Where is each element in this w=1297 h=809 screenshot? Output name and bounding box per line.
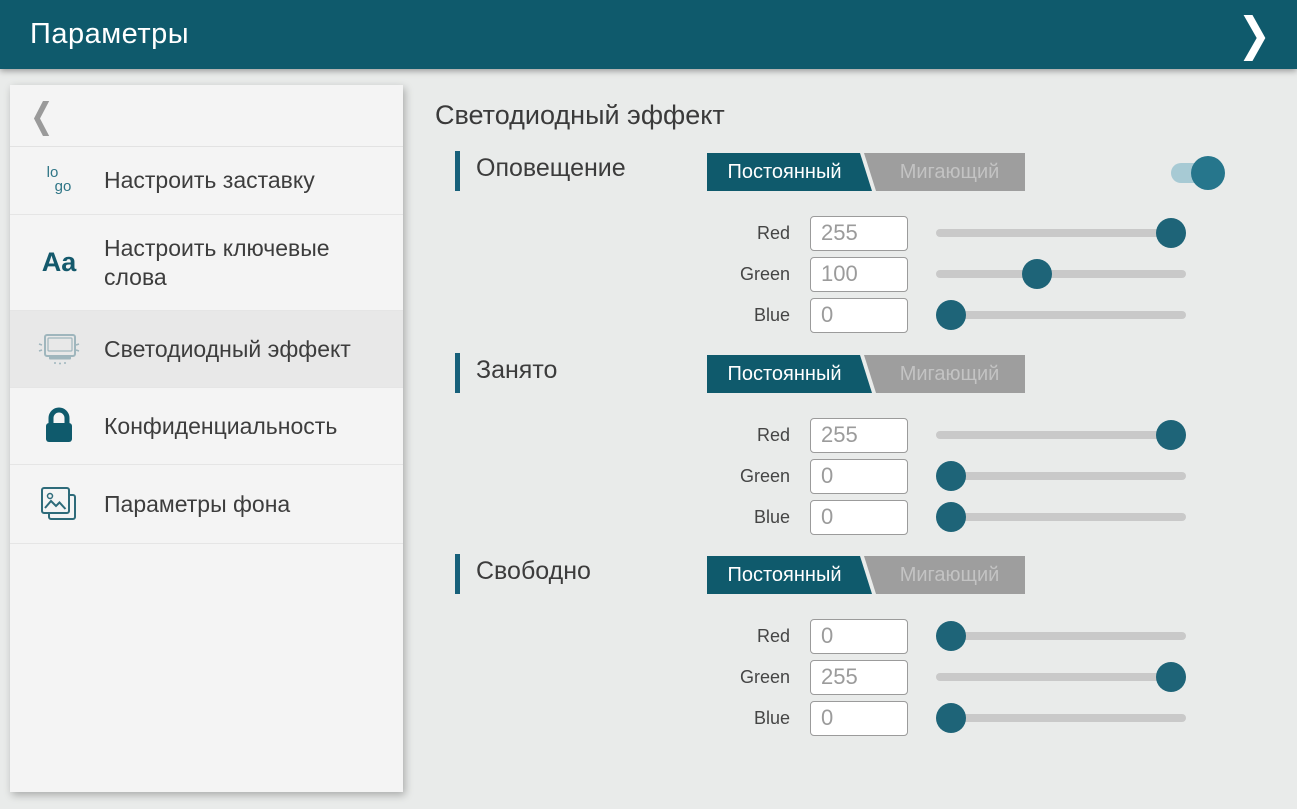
- sidebar-item-label: Конфиденциальность: [104, 412, 337, 441]
- green-value-input[interactable]: [810, 459, 908, 494]
- blue-value-input[interactable]: [810, 701, 908, 736]
- settings-app: Параметры ❯ ❮ logo Настроить заставку Aa…: [0, 0, 1297, 809]
- section-label: Занято: [476, 356, 557, 385]
- section-free: Свободно Постоянный Мигающий Red Green B…: [455, 553, 1255, 753]
- mode-solid-button[interactable]: Постоянный: [707, 355, 872, 393]
- slider-thumb[interactable]: [936, 300, 966, 330]
- led-effect-monitor-icon: [36, 330, 82, 368]
- slider-track[interactable]: [936, 311, 1186, 319]
- slider-track[interactable]: [936, 229, 1186, 237]
- sidebar-item-label: Светодиодный эффект: [104, 335, 351, 364]
- section-label: Оповещение: [476, 154, 626, 183]
- slider-track[interactable]: [936, 714, 1186, 722]
- red-value-input[interactable]: [810, 418, 908, 453]
- sidebar-item-label: Настроить заставку: [104, 166, 315, 195]
- green-slider[interactable]: [936, 459, 1186, 493]
- keywords-aa-icon: Aa: [36, 249, 82, 276]
- mode-toggle: Постоянный Мигающий: [707, 355, 1027, 393]
- slider-track[interactable]: [936, 632, 1186, 640]
- main-section-title: Светодиодный эффект: [435, 100, 725, 131]
- blue-label: Blue: [710, 708, 790, 729]
- red-value-input[interactable]: [810, 619, 908, 654]
- sidebar-item-background[interactable]: Параметры фона: [10, 465, 403, 544]
- slider-track[interactable]: [936, 472, 1186, 480]
- privacy-lock-icon: [36, 407, 82, 445]
- red-label: Red: [710, 425, 790, 446]
- red-label: Red: [710, 223, 790, 244]
- mode-blinking-button[interactable]: Мигающий: [864, 153, 1025, 191]
- slider-thumb[interactable]: [1156, 420, 1186, 450]
- switch-knob[interactable]: [1191, 156, 1225, 190]
- slider-thumb[interactable]: [936, 502, 966, 532]
- blue-label: Blue: [710, 507, 790, 528]
- mode-toggle: Постоянный Мигающий: [707, 153, 1027, 191]
- sidebar-item-led-effect[interactable]: Светодиодный эффект: [10, 311, 403, 388]
- sidebar-item-label: Настроить ключевые слова: [104, 234, 387, 292]
- forward-chevron-icon[interactable]: ❯: [1237, 12, 1271, 58]
- mode-blinking-button[interactable]: Мигающий: [864, 556, 1025, 594]
- slider-thumb[interactable]: [936, 461, 966, 491]
- slider-track[interactable]: [936, 513, 1186, 521]
- alert-enabled-switch[interactable]: [1171, 156, 1233, 190]
- green-label: Green: [710, 667, 790, 688]
- green-slider[interactable]: [936, 660, 1186, 694]
- section-accent-bar: [455, 151, 460, 191]
- blue-value-input[interactable]: [810, 500, 908, 535]
- sidebar: ❮ logo Настроить заставку Aa Настроить к…: [10, 85, 403, 792]
- slider-thumb[interactable]: [1156, 662, 1186, 692]
- red-slider[interactable]: [936, 418, 1186, 452]
- sidebar-item-screensaver[interactable]: logo Настроить заставку: [10, 147, 403, 215]
- blue-slider[interactable]: [936, 701, 1186, 735]
- green-slider[interactable]: [936, 257, 1186, 291]
- mode-toggle: Постоянный Мигающий: [707, 556, 1027, 594]
- green-label: Green: [710, 264, 790, 285]
- blue-slider[interactable]: [936, 500, 1186, 534]
- page-title: Параметры: [30, 18, 1237, 51]
- background-images-icon: [36, 484, 82, 524]
- slider-thumb[interactable]: [936, 703, 966, 733]
- red-label: Red: [710, 626, 790, 647]
- red-slider[interactable]: [936, 619, 1186, 653]
- green-value-input[interactable]: [810, 660, 908, 695]
- green-value-input[interactable]: [810, 257, 908, 292]
- section-accent-bar: [455, 353, 460, 393]
- red-value-input[interactable]: [810, 216, 908, 251]
- sidebar-item-label: Параметры фона: [104, 490, 290, 519]
- sidebar-item-privacy[interactable]: Конфиденциальность: [10, 388, 403, 465]
- back-chevron-icon[interactable]: ❮: [30, 95, 53, 136]
- sidebar-item-keywords[interactable]: Aa Настроить ключевые слова: [10, 215, 403, 312]
- sidebar-back-row[interactable]: ❮: [10, 85, 403, 147]
- section-label: Свободно: [476, 557, 591, 586]
- section-accent-bar: [455, 554, 460, 594]
- mode-blinking-button[interactable]: Мигающий: [864, 355, 1025, 393]
- slider-thumb[interactable]: [1022, 259, 1052, 289]
- section-alert: Оповещение Постоянный Мигающий Red Green: [455, 150, 1255, 350]
- slider-track[interactable]: [936, 270, 1186, 278]
- slider-thumb[interactable]: [1156, 218, 1186, 248]
- slider-track[interactable]: [936, 673, 1186, 681]
- app-header: Параметры ❯: [0, 0, 1297, 69]
- slider-thumb[interactable]: [936, 621, 966, 651]
- mode-solid-button[interactable]: Постоянный: [707, 153, 872, 191]
- slider-track[interactable]: [936, 431, 1186, 439]
- green-label: Green: [710, 466, 790, 487]
- blue-slider[interactable]: [936, 298, 1186, 332]
- blue-value-input[interactable]: [810, 298, 908, 333]
- red-slider[interactable]: [936, 216, 1186, 250]
- blue-label: Blue: [710, 305, 790, 326]
- section-busy: Занято Постоянный Мигающий Red Green Blu…: [455, 352, 1255, 552]
- mode-solid-button[interactable]: Постоянный: [707, 556, 872, 594]
- logo-icon: logo: [36, 166, 82, 195]
